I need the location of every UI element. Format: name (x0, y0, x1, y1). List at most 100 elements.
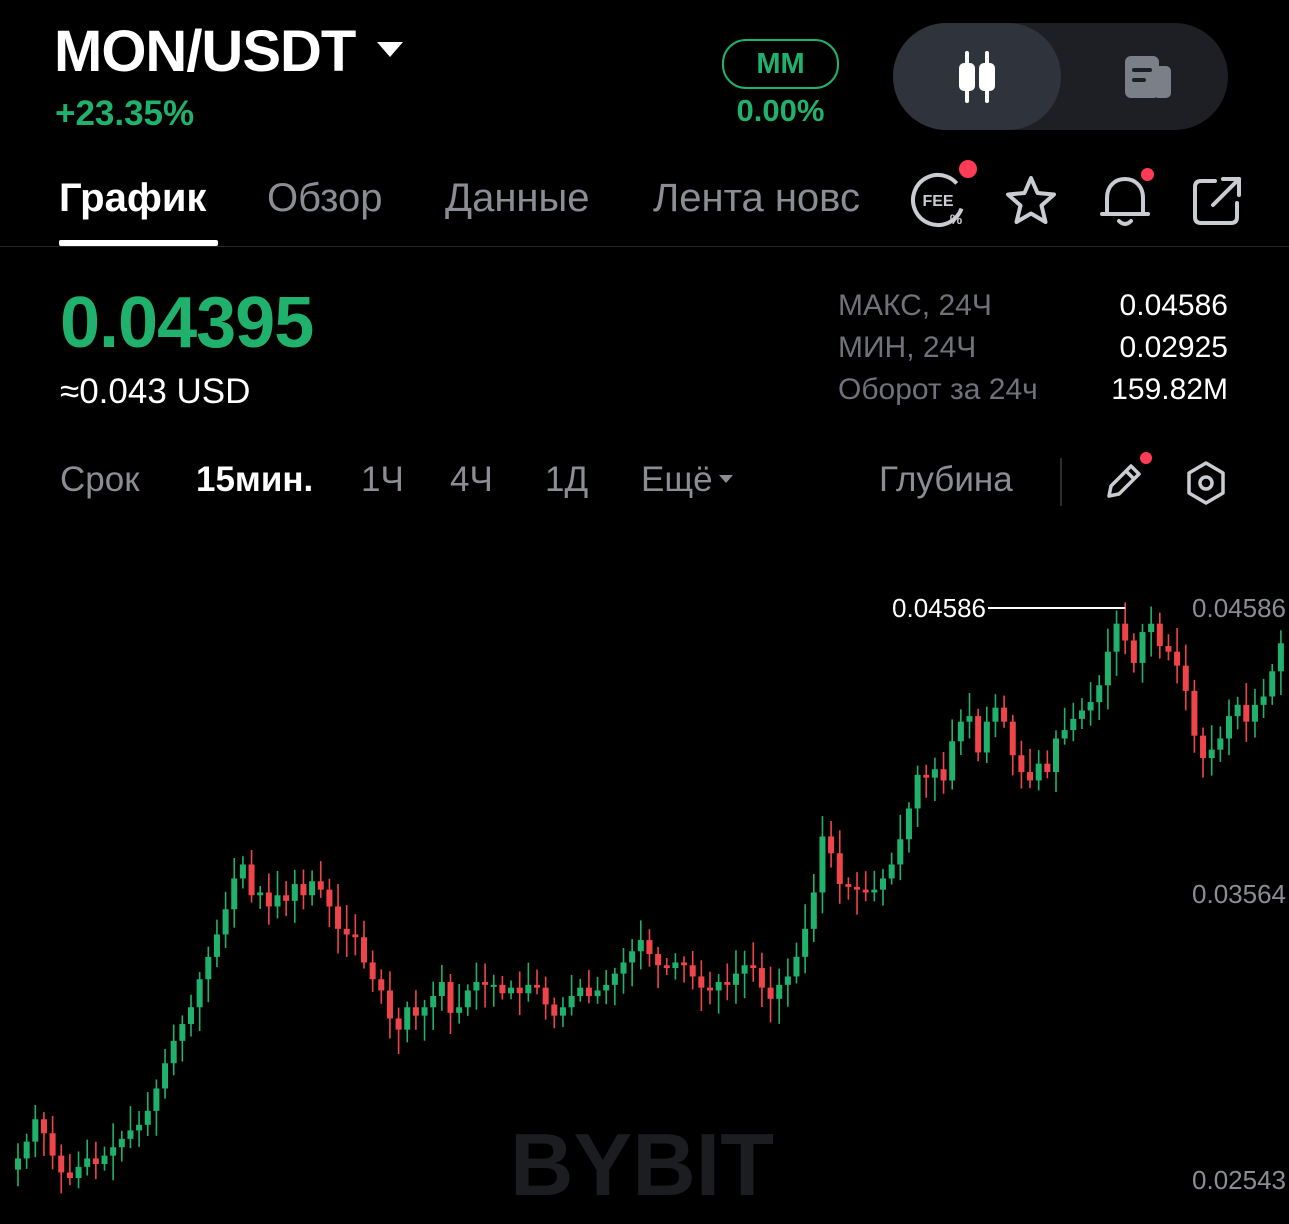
candle-body (464, 990, 471, 1008)
candle-body (1053, 738, 1059, 773)
depth-tab[interactable]: Глубина (879, 460, 1013, 500)
tab-data[interactable]: Данные (445, 176, 590, 221)
chart-settings-button[interactable] (1180, 457, 1232, 509)
candle-body (257, 892, 264, 896)
candle-body (784, 976, 791, 985)
candle-body (776, 984, 783, 999)
candles-view-button[interactable] (893, 23, 1061, 130)
candle-body (750, 965, 757, 969)
candle-body (15, 1158, 21, 1170)
mm-badge[interactable]: MM (722, 39, 839, 89)
view-toggle (893, 23, 1228, 130)
candle-body (40, 1119, 47, 1134)
timeframe-4h[interactable]: 4Ч (450, 460, 493, 500)
candle-body (992, 707, 999, 722)
notification-dot (1140, 452, 1152, 464)
candle-body (845, 884, 852, 887)
candlestick-chart[interactable]: BYBIT 0.04586 0.04586 0.03564 0.02543 (0, 540, 1289, 1224)
candle-body (75, 1166, 82, 1179)
candle-body (1148, 623, 1155, 633)
candle-body (283, 895, 290, 901)
candle-body (1009, 721, 1016, 756)
candle-body (447, 982, 454, 1013)
svg-text:FEE: FEE (922, 193, 953, 210)
timeframe-1d[interactable]: 1Д (545, 460, 588, 500)
candle-body (603, 984, 610, 991)
tab-overview[interactable]: Обзор (267, 176, 383, 221)
candle-body (188, 1007, 194, 1025)
candle-body (153, 1088, 160, 1111)
caret-down-icon (718, 474, 733, 483)
candle-body (542, 987, 549, 1005)
candle-body (1165, 646, 1172, 652)
candle-body (534, 984, 540, 988)
candle-body (274, 895, 281, 907)
pencil-icon (1107, 464, 1141, 498)
candle-body (949, 741, 956, 781)
candle-body (802, 928, 809, 957)
candle-body (1113, 623, 1120, 652)
timeframe-more[interactable]: Ещё (641, 460, 733, 500)
candle-body (58, 1155, 65, 1173)
candle-body (1070, 718, 1077, 731)
candle-body (836, 853, 843, 885)
candle-body (663, 965, 670, 969)
draw-button[interactable] (1098, 452, 1152, 507)
pair-selector[interactable]: MON/USDT (54, 18, 404, 85)
candle-body (1251, 704, 1258, 722)
candle-body (404, 1007, 411, 1030)
candle-body (611, 973, 618, 985)
candle-body (179, 1024, 186, 1041)
candle-body (888, 864, 895, 879)
candle-body (84, 1158, 91, 1167)
candle-body (421, 1007, 428, 1016)
candle-body (1234, 704, 1241, 717)
candle-body (559, 1007, 566, 1016)
candle-body (1182, 665, 1189, 691)
candle-body (66, 1172, 73, 1179)
candle-body (828, 836, 835, 854)
candle-body (412, 1007, 419, 1016)
candles-icon (959, 50, 995, 103)
high-marker-label: 0.04586 (892, 593, 986, 623)
candle-body (205, 956, 212, 980)
timeframe-15m[interactable]: 15мин. (196, 460, 313, 500)
usd-price: ≈0.043 USD (60, 372, 251, 411)
fee-button[interactable]: FEE % (908, 160, 977, 230)
candle-body (291, 884, 298, 901)
share-button[interactable] (1188, 172, 1246, 230)
favorite-button[interactable] (1002, 172, 1060, 230)
candle-body (767, 987, 774, 999)
stat-high-label: МАКС, 24Ч (838, 289, 992, 322)
stat-high-value: 0.04586 (1119, 289, 1228, 322)
candle-body (482, 982, 489, 985)
chart-watermark: BYBIT (510, 1115, 774, 1214)
tab-chart[interactable]: График (59, 176, 206, 221)
candle-body (793, 956, 800, 977)
candle-body (162, 1063, 169, 1089)
candle-body (309, 881, 316, 896)
book-view-button[interactable] (1068, 23, 1228, 130)
candle-body (715, 982, 722, 991)
tab-bar: График Обзор Данные Лента новс (0, 160, 880, 248)
candle-body (1061, 730, 1068, 739)
candle-body (672, 962, 679, 969)
candle-body (361, 937, 367, 963)
candle-body (931, 769, 938, 778)
candle-body (490, 984, 497, 987)
star-icon (1006, 176, 1056, 224)
timeframe-1h[interactable]: 1Ч (361, 460, 404, 500)
alerts-button[interactable] (1096, 168, 1154, 230)
candle-body (585, 987, 592, 997)
candle-body (854, 886, 861, 890)
candle-body (741, 965, 748, 974)
tab-news[interactable]: Лента новс (653, 176, 860, 221)
candle-body (810, 892, 817, 929)
candle-body (525, 984, 532, 994)
candle-body (127, 1130, 134, 1139)
notification-dot (1141, 168, 1154, 181)
chevron-down-icon (377, 42, 404, 58)
candle-body (1156, 623, 1163, 647)
candle-body (110, 1147, 117, 1156)
mm-value: 0.00% (736, 93, 825, 128)
